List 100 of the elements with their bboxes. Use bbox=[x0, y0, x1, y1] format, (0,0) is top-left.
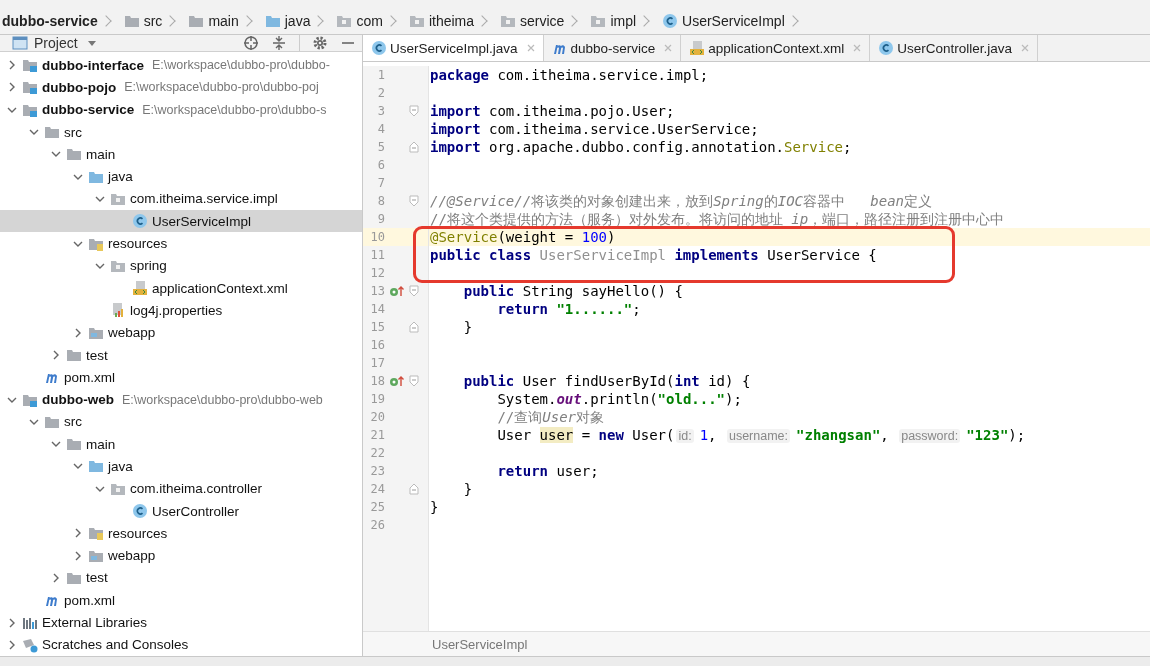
line-number: 22 bbox=[369, 446, 385, 460]
tree-item[interactable]: webapp bbox=[0, 321, 362, 344]
class-icon bbox=[132, 213, 148, 230]
editor-breadcrumb[interactable]: UserServiceImpl bbox=[432, 636, 528, 652]
line-number: 11 bbox=[369, 248, 385, 262]
code-line: User user = new User( id: 1, username: "zhangsan", password: "123"); bbox=[496, 427, 1026, 443]
folder-icon bbox=[88, 458, 104, 475]
implements-marker-icon[interactable] bbox=[389, 285, 405, 297]
code-line: } bbox=[430, 499, 439, 515]
editor-tab[interactable]: dubbo-service bbox=[543, 35, 682, 61]
tree-item[interactable]: webapp bbox=[0, 544, 362, 567]
tree-item[interactable]: src bbox=[0, 410, 362, 434]
tree-item[interactable]: main bbox=[0, 143, 362, 166]
breadcrumb-item[interactable]: com bbox=[356, 13, 383, 29]
tree-item[interactable]: src bbox=[0, 120, 362, 144]
line-number: 9 bbox=[376, 212, 385, 226]
breadcrumb-item[interactable]: impl bbox=[610, 13, 637, 29]
code-line: } bbox=[462, 319, 473, 335]
tree-item[interactable]: External Libraries bbox=[0, 611, 362, 634]
class-icon bbox=[371, 40, 387, 56]
breadcrumb-item[interactable]: itheima bbox=[428, 13, 474, 29]
folder-icon bbox=[66, 436, 82, 453]
tree-item[interactable]: spring bbox=[0, 254, 362, 277]
package-icon bbox=[500, 13, 516, 29]
folder-icon bbox=[44, 124, 60, 141]
tree-item[interactable]: java bbox=[0, 455, 362, 478]
implements-marker-icon[interactable] bbox=[389, 375, 405, 387]
tree-item[interactable]: UserController bbox=[0, 499, 362, 523]
tree-item[interactable]: dubbo-web E:\workspace\dubbo-pro\dubbo-web bbox=[0, 388, 362, 411]
target-icon[interactable] bbox=[243, 35, 259, 51]
resources-folder-icon bbox=[88, 525, 104, 542]
tree-item[interactable]: test bbox=[0, 566, 362, 590]
tree-item[interactable]: test bbox=[0, 343, 362, 367]
line-number: 8 bbox=[376, 194, 385, 208]
line-number: 16 bbox=[369, 338, 385, 352]
line-number: 3 bbox=[376, 104, 385, 118]
collapse-icon[interactable] bbox=[271, 35, 287, 51]
line-number: 25 bbox=[369, 500, 385, 514]
editor-tab[interactable]: UserController.java bbox=[870, 35, 1038, 61]
code-line: return "1......"; bbox=[496, 301, 641, 317]
tree-item[interactable]: pom.xml bbox=[0, 589, 362, 612]
breadcrumb-item[interactable]: dubbo-service bbox=[2, 13, 98, 29]
line-number: 5 bbox=[376, 140, 385, 154]
tree-item[interactable]: log4j.properties bbox=[0, 299, 362, 322]
tree-item[interactable]: resources bbox=[0, 232, 362, 255]
line-number: 13 bbox=[369, 284, 385, 298]
line-number: 4 bbox=[376, 122, 385, 136]
line-number: 21 bbox=[369, 428, 385, 442]
line-number: 26 bbox=[369, 518, 385, 532]
line-number: 18 bbox=[369, 374, 385, 388]
tree-item[interactable]: pom.xml bbox=[0, 366, 362, 389]
dropdown-icon[interactable] bbox=[87, 40, 96, 46]
tree-item[interactable]: com.itheima.controller bbox=[0, 477, 362, 500]
class-icon bbox=[132, 503, 148, 520]
folder-icon bbox=[188, 13, 205, 29]
tree-item[interactable]: java bbox=[0, 165, 362, 188]
code-line: public class UserServiceImpl implements UserService { bbox=[430, 247, 877, 263]
tree-item[interactable]: applicationContext.xml bbox=[0, 276, 362, 300]
tree-item[interactable]: UserServiceImpl bbox=[0, 210, 362, 233]
code-line: public User findUserById(int id) { bbox=[462, 373, 751, 389]
xml-file-icon bbox=[689, 40, 706, 56]
line-number: 2 bbox=[376, 86, 385, 100]
package-icon bbox=[408, 13, 425, 29]
line-number: 6 bbox=[376, 158, 385, 172]
folder-icon bbox=[123, 13, 140, 29]
breadcrumb-item[interactable]: UserServiceImpl bbox=[682, 13, 785, 29]
class-icon bbox=[878, 40, 895, 56]
breadcrumb-item[interactable]: src bbox=[143, 13, 163, 29]
module-icon bbox=[22, 79, 38, 96]
settings-icon[interactable] bbox=[312, 35, 328, 51]
line-number: 17 bbox=[369, 356, 385, 370]
tree-item[interactable]: main bbox=[0, 433, 362, 456]
line-number: 14 bbox=[369, 302, 385, 316]
panel-title[interactable]: Project bbox=[34, 35, 78, 51]
editor-tab[interactable]: applicationContext.xml bbox=[681, 35, 871, 61]
code-line: public String sayHello() { bbox=[462, 283, 683, 299]
breadcrumb-item[interactable]: java bbox=[284, 13, 311, 29]
folder-icon bbox=[66, 146, 82, 163]
code-line: //查询User对象 bbox=[496, 409, 604, 425]
code-line: //@Service//将该类的对象创建出来，放到Spring的IOC容器中 bean定义 bbox=[430, 193, 933, 209]
package-icon bbox=[590, 13, 607, 29]
editor-tab[interactable]: UserServiceImpl.java bbox=[363, 35, 544, 61]
tree-item[interactable]: resources bbox=[0, 522, 362, 545]
package-icon bbox=[336, 13, 353, 29]
project-icon bbox=[12, 35, 28, 51]
tree-item[interactable]: dubbo-service E:\workspace\dubbo-pro\dubbo-s bbox=[0, 98, 362, 121]
line-number: 1 bbox=[376, 68, 385, 82]
module-icon bbox=[22, 57, 38, 74]
line-number: 19 bbox=[369, 392, 385, 406]
tree-item[interactable]: dubbo-interface E:\workspace\dubbo-pro\dubbo- bbox=[0, 54, 362, 77]
line-number: 15 bbox=[369, 320, 385, 334]
tree-item[interactable]: dubbo-pojo E:\workspace\dubbo-pro\dubbo-poj bbox=[0, 76, 362, 99]
scratches-icon bbox=[22, 636, 38, 653]
tree-item[interactable]: Scratches and Consoles bbox=[0, 633, 362, 656]
breadcrumb-item[interactable]: service bbox=[520, 13, 565, 29]
tree-item[interactable]: com.itheima.service.impl bbox=[0, 187, 362, 211]
line-number: 7 bbox=[376, 176, 385, 190]
code-line: System.out.println("old..."); bbox=[496, 391, 742, 407]
breadcrumb-item[interactable]: main bbox=[208, 13, 239, 29]
class-icon bbox=[662, 13, 679, 29]
